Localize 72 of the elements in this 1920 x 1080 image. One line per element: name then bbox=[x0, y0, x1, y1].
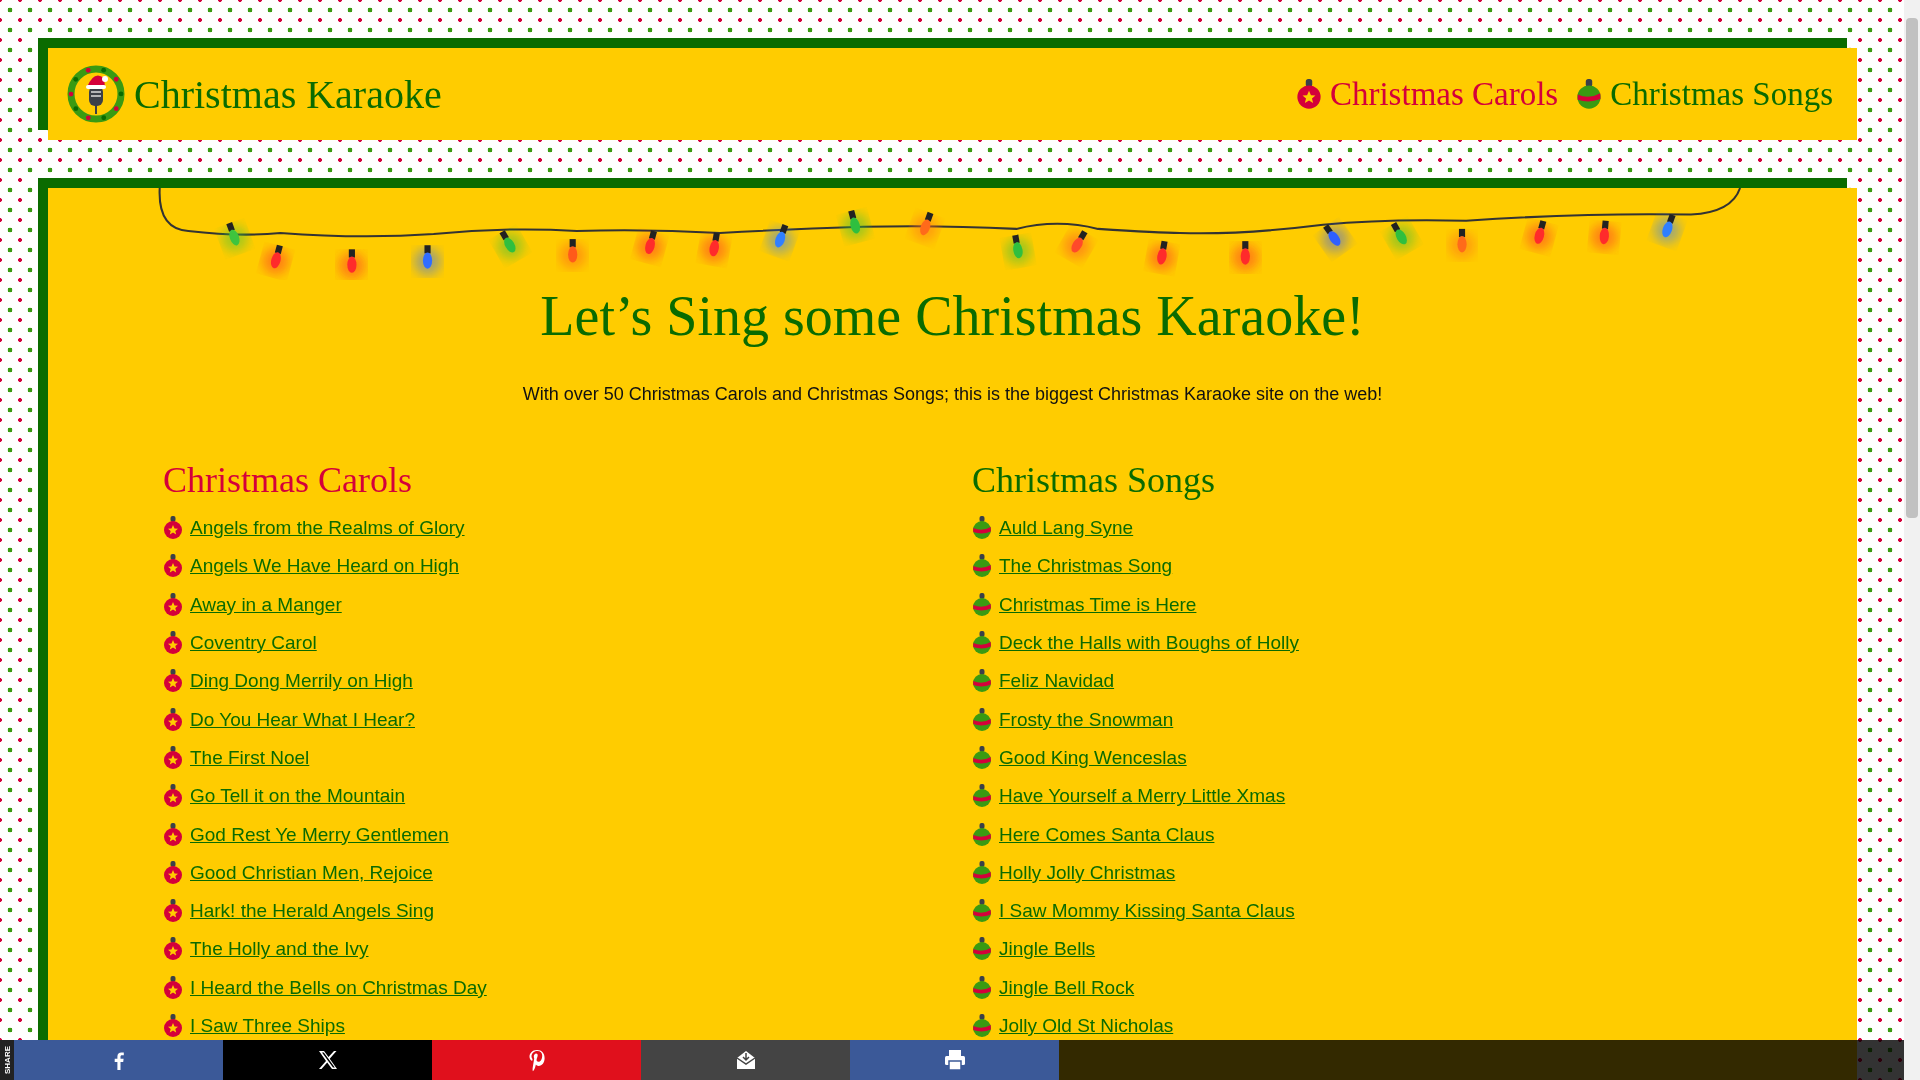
striped-ornament-icon bbox=[1576, 78, 1603, 110]
star-ornament-icon bbox=[163, 669, 183, 694]
intro-text: With over 50 Christmas Carols and Christmas Songs; this is the biggest Christmas Karaoke site on the web! bbox=[521, 384, 1384, 405]
wreath-microphone-logo-icon bbox=[66, 64, 126, 124]
star-ornament-icon bbox=[163, 975, 183, 1000]
song-link[interactable]: God Rest Ye Merry Gentlemen bbox=[190, 823, 449, 846]
song-link[interactable]: Frosty the Snowman bbox=[999, 708, 1174, 731]
star-ornament-icon bbox=[163, 592, 183, 617]
song-link[interactable]: Holly Jolly Christmas bbox=[999, 861, 1176, 884]
star-ornament-icon bbox=[163, 822, 183, 847]
striped-ornament-icon bbox=[972, 592, 992, 617]
striped-ornament-icon bbox=[972, 1014, 992, 1038]
star-ornament-icon bbox=[163, 707, 183, 732]
song-link[interactable]: Good King Wenceslas bbox=[999, 746, 1187, 769]
share-label: SHARE bbox=[0, 1040, 14, 1080]
song-link[interactable]: Feliz Navidad bbox=[999, 670, 1115, 693]
song-link[interactable]: The Holly and the Ivy bbox=[190, 938, 369, 961]
song-link[interactable]: Ding Dong Merrily on High bbox=[190, 670, 413, 693]
song-link[interactable]: Auld Lang Syne bbox=[999, 517, 1134, 540]
striped-ornament-icon bbox=[972, 554, 992, 579]
striped-ornament-icon bbox=[972, 669, 992, 694]
star-ornament-icon bbox=[163, 745, 183, 770]
star-ornament-icon bbox=[163, 784, 183, 809]
star-ornament-icon bbox=[163, 554, 183, 579]
striped-ornament-icon bbox=[972, 784, 992, 809]
site-title[interactable]: Christmas Karaoke bbox=[134, 70, 442, 118]
scrollbar-thumb[interactable] bbox=[1906, 18, 1918, 518]
song-link[interactable]: Angels We Have Heard on High bbox=[190, 555, 459, 578]
song-link[interactable]: Have Yourself a Merry Little Xmas bbox=[999, 785, 1286, 808]
star-ornament-icon bbox=[163, 631, 183, 656]
scrollbar[interactable] bbox=[1904, 0, 1920, 1080]
striped-ornament-icon bbox=[972, 937, 992, 962]
star-ornament-icon bbox=[163, 860, 183, 885]
star-ornament-icon bbox=[163, 899, 183, 924]
song-link[interactable]: I Saw Three Ships bbox=[190, 1015, 345, 1037]
striped-ornament-icon bbox=[972, 707, 992, 732]
nav-link[interactable]: Christmas Carols bbox=[1295, 75, 1559, 113]
striped-ornament-icon bbox=[972, 975, 992, 1000]
striped-ornament-icon bbox=[972, 631, 992, 656]
song-link[interactable]: Do You Hear What I Hear? bbox=[190, 708, 415, 731]
striped-ornament-icon bbox=[972, 516, 992, 541]
song-link[interactable]: Jolly Old St Nicholas bbox=[999, 1015, 1174, 1037]
song-link[interactable]: Jingle Bell Rock bbox=[999, 976, 1135, 999]
star-ornament-icon bbox=[163, 937, 183, 962]
song-link[interactable]: Good Christian Men, Rejoice bbox=[190, 861, 433, 884]
striped-ornament-icon bbox=[972, 822, 992, 847]
song-link[interactable]: Coventry Carol bbox=[190, 632, 317, 655]
song-link[interactable]: Go Tell it on the Mountain bbox=[190, 785, 406, 808]
print-icon bbox=[942, 1048, 967, 1072]
song-link[interactable]: Jingle Bells bbox=[999, 938, 1096, 961]
striped-ornament-icon bbox=[972, 745, 992, 770]
striped-ornament-icon bbox=[972, 860, 992, 885]
song-link[interactable]: Christmas Time is Here bbox=[999, 593, 1197, 616]
star-ornament-icon bbox=[163, 516, 183, 541]
song-link[interactable]: Angels from the Realms of Glory bbox=[190, 517, 465, 540]
song-link[interactable]: I Heard the Bells on Christmas Day bbox=[190, 976, 487, 999]
song-link[interactable]: The Christmas Song bbox=[999, 555, 1173, 578]
nav-link[interactable]: Christmas Songs bbox=[1576, 75, 1833, 113]
song-link[interactable]: I Saw Mommy Kissing Santa Claus bbox=[999, 900, 1295, 923]
song-link[interactable]: Away in a Manger bbox=[190, 593, 342, 616]
song-link[interactable]: Here Comes Santa Claus bbox=[999, 823, 1215, 846]
section-heading: Christmas Carols bbox=[163, 459, 413, 501]
star-ornament-icon bbox=[1295, 78, 1322, 110]
star-ornament-icon bbox=[163, 1014, 183, 1038]
song-link[interactable]: The First Noel bbox=[190, 746, 310, 769]
section-heading: Christmas Songs bbox=[972, 459, 1217, 501]
share-button[interactable] bbox=[641, 1040, 850, 1080]
song-link[interactable]: Deck the Halls with Boughs of Holly bbox=[999, 632, 1299, 655]
page-heading: Let’s Sing some Christmas Karaoke! bbox=[539, 284, 1366, 348]
song-link[interactable]: Hark! the Herald Angels Sing bbox=[190, 900, 434, 923]
share-button[interactable] bbox=[850, 1040, 1059, 1080]
striped-ornament-icon bbox=[972, 899, 992, 924]
